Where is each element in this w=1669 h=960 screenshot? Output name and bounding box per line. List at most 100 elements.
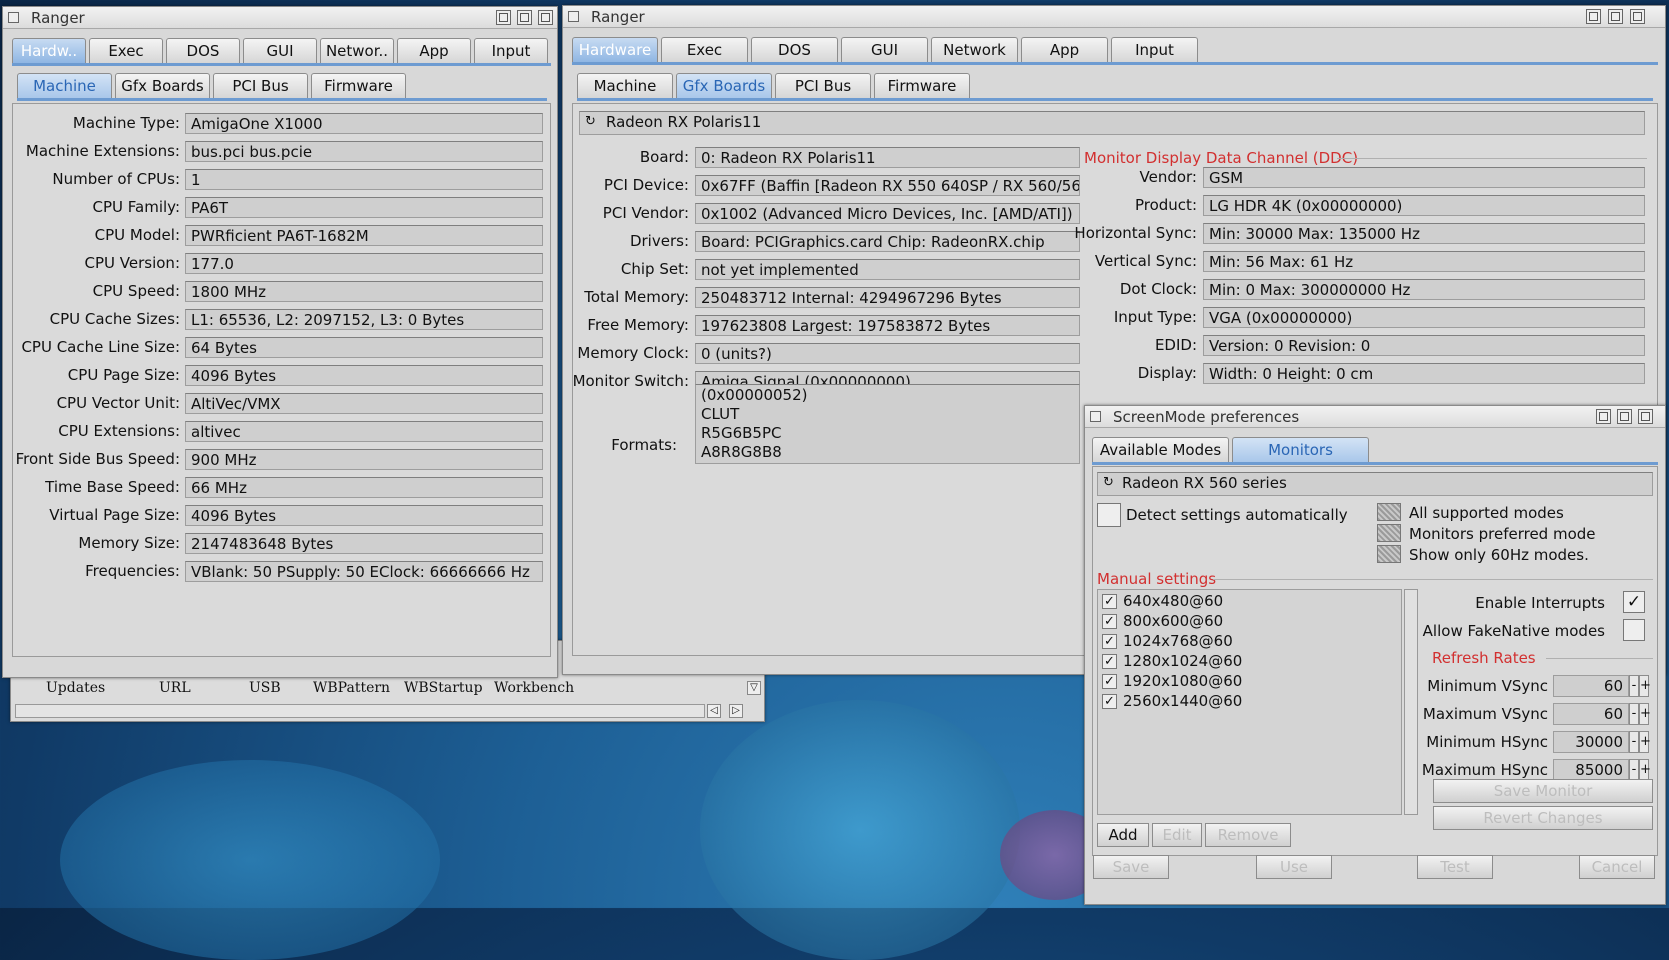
close-icon[interactable] xyxy=(568,11,579,22)
iconify-icon[interactable] xyxy=(1596,409,1611,424)
revert-changes-button[interactable]: Revert Changes xyxy=(1433,806,1653,830)
refresh-value-input[interactable]: 60 xyxy=(1553,675,1629,697)
increment-icon[interactable]: + xyxy=(1639,703,1651,725)
mode-checkbox[interactable]: ✓ xyxy=(1102,614,1117,629)
tab-input[interactable]: Input xyxy=(474,38,548,63)
ddc-value: Width: 0 Height: 0 cm xyxy=(1203,363,1645,384)
tab-exec[interactable]: Exec xyxy=(661,37,748,62)
mode-checkbox[interactable]: ✓ xyxy=(1102,634,1117,649)
title-bar[interactable]: ScreenMode preferences xyxy=(1085,406,1665,428)
refresh-value-input[interactable]: 85000 xyxy=(1553,759,1629,781)
tab-underline xyxy=(572,62,1658,65)
subtab-gfx-boards[interactable]: Gfx Boards xyxy=(676,73,772,98)
depth-icon[interactable] xyxy=(1630,9,1645,24)
window-title: Ranger xyxy=(591,8,645,26)
monitor-cycle-select[interactable]: ↻ Radeon RX 560 series xyxy=(1097,472,1653,496)
mode-label: 2560x1440@60 xyxy=(1123,692,1243,710)
decrement-icon[interactable]: - xyxy=(1629,675,1639,697)
info-value: bus.pci bus.pcie xyxy=(185,141,543,162)
subtab-firmware[interactable]: Firmware xyxy=(311,73,406,98)
tab-hardware[interactable]: Hardware xyxy=(572,37,658,62)
subtab-pci-bus[interactable]: PCI Bus xyxy=(775,73,871,98)
save-button[interactable]: Save xyxy=(1093,855,1169,879)
tab-available-modes[interactable]: Available Modes xyxy=(1092,437,1229,462)
depth-icon[interactable] xyxy=(1638,409,1653,424)
tab-app[interactable]: App xyxy=(397,38,471,63)
modes-list[interactable]: ✓ 640x480@60 ✓ 800x600@60 ✓ 1024x768@60 ✓ 1280x… xyxy=(1097,589,1402,815)
title-bar[interactable]: Ranger xyxy=(3,7,557,29)
subtab-gfx-boards[interactable]: Gfx Boards xyxy=(115,73,210,98)
mode-checkbox[interactable]: ✓ xyxy=(1102,594,1117,609)
screenmode-window: ScreenMode preferences Available Modes M… xyxy=(1084,405,1666,905)
increment-icon[interactable]: + xyxy=(1639,759,1651,781)
iconify-icon[interactable] xyxy=(1586,9,1601,24)
tab-network[interactable]: Network xyxy=(931,37,1018,62)
zoom-icon[interactable] xyxy=(1617,409,1632,424)
tab-hardware[interactable]: Hardw.. xyxy=(12,38,86,63)
subtab-machine[interactable]: Machine xyxy=(17,73,112,98)
edit-mode-button[interactable]: Edit xyxy=(1152,823,1202,847)
tab-dos[interactable]: DOS xyxy=(166,38,240,63)
allow-fakenative-checkbox[interactable] xyxy=(1623,619,1645,641)
board-cycle-select[interactable]: ↻ Radeon RX Polaris11 xyxy=(579,111,1645,135)
radio-only-60hz[interactable] xyxy=(1377,545,1401,563)
refresh-value-input[interactable]: 30000 xyxy=(1553,731,1629,753)
refresh-label: Maximum HSync xyxy=(1421,761,1548,779)
cancel-button[interactable]: Cancel xyxy=(1579,855,1655,879)
drawer-icon-label[interactable]: Workbench xyxy=(494,680,574,696)
subtab-machine[interactable]: Machine xyxy=(577,73,673,98)
tab-app[interactable]: App xyxy=(1021,37,1108,62)
add-mode-button[interactable]: Add xyxy=(1097,823,1149,847)
remove-mode-button[interactable]: Remove xyxy=(1205,823,1291,847)
tab-gui[interactable]: GUI xyxy=(243,38,317,63)
subtab-pci-bus[interactable]: PCI Bus xyxy=(213,73,308,98)
tab-monitors[interactable]: Monitors xyxy=(1232,437,1369,462)
save-monitor-button[interactable]: Save Monitor xyxy=(1433,779,1653,803)
close-icon[interactable] xyxy=(1090,411,1101,422)
mode-checkbox[interactable]: ✓ xyxy=(1102,694,1117,709)
drawer-icon-label[interactable]: WBStartup xyxy=(404,680,483,696)
modes-scrollbar[interactable] xyxy=(1404,589,1418,815)
increment-icon[interactable]: + xyxy=(1639,731,1651,753)
tab-gui[interactable]: GUI xyxy=(841,37,928,62)
radio-preferred-mode[interactable] xyxy=(1377,524,1401,542)
depth-icon[interactable] xyxy=(538,10,553,25)
increment-icon[interactable]: + xyxy=(1639,675,1651,697)
enable-interrupts-checkbox[interactable]: ✓ xyxy=(1623,591,1645,613)
format-item: (0x00000052) xyxy=(701,386,808,404)
zoom-icon[interactable] xyxy=(517,10,532,25)
ddc-value: Min: 0 Max: 300000000 Hz xyxy=(1203,279,1645,300)
detect-settings-checkbox[interactable] xyxy=(1097,503,1121,527)
tab-dos[interactable]: DOS xyxy=(751,37,838,62)
info-label: Frequencies: xyxy=(85,562,180,580)
scroll-right-icon[interactable]: ▷ xyxy=(729,704,743,718)
decrement-icon[interactable]: - xyxy=(1629,703,1639,725)
decrement-icon[interactable]: - xyxy=(1629,731,1639,753)
subtab-firmware[interactable]: Firmware xyxy=(874,73,970,98)
iconify-icon[interactable] xyxy=(496,10,511,25)
scroll-down-icon[interactable]: ▽ xyxy=(747,681,761,695)
drawer-icon-label[interactable]: WBPattern xyxy=(313,680,390,696)
zoom-icon[interactable] xyxy=(1608,9,1623,24)
info-label: Number of CPUs: xyxy=(52,170,180,188)
decrement-icon[interactable]: - xyxy=(1629,759,1639,781)
drawer-icon-label[interactable]: Updates xyxy=(46,680,105,696)
title-bar[interactable]: Ranger xyxy=(563,6,1665,28)
horizontal-scrollbar[interactable] xyxy=(15,704,705,718)
close-icon[interactable] xyxy=(8,12,19,23)
radio-all-supported[interactable] xyxy=(1377,503,1401,521)
tab-input[interactable]: Input xyxy=(1111,37,1198,62)
cycle-icon: ↻ xyxy=(585,114,596,129)
formats-list[interactable]: (0x00000052) CLUT R5G6B5PC A8R8G8B8 xyxy=(695,384,1080,464)
info-label: Machine Type: xyxy=(72,114,180,132)
test-button[interactable]: Test xyxy=(1417,855,1493,879)
refresh-value-input[interactable]: 60 xyxy=(1553,703,1629,725)
drawer-icon-label[interactable]: URL xyxy=(159,680,191,696)
scroll-left-icon[interactable]: ◁ xyxy=(707,704,721,718)
drawer-icon-label[interactable]: USB xyxy=(249,680,281,696)
mode-checkbox[interactable]: ✓ xyxy=(1102,674,1117,689)
use-button[interactable]: Use xyxy=(1256,855,1332,879)
tab-network[interactable]: Networ.. xyxy=(320,38,394,63)
mode-checkbox[interactable]: ✓ xyxy=(1102,654,1117,669)
tab-exec[interactable]: Exec xyxy=(89,38,163,63)
